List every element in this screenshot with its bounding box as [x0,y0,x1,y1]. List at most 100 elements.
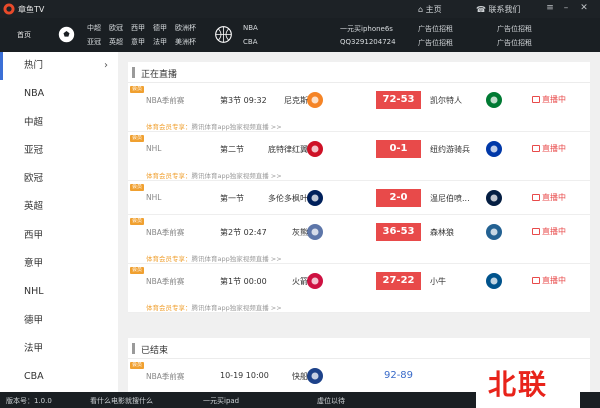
game-score: 0-1 [376,140,421,158]
nav-home[interactable]: 首页 [17,30,31,40]
sidebar-item-label: 中超 [24,116,44,128]
nav-cba[interactable]: CBA [243,38,257,46]
nav-league-link[interactable]: 法甲 [153,37,175,47]
sidebar-item-label: CBA [24,371,44,383]
away-team-logo-icon [486,92,502,108]
sidebar-item-label: 热门 [24,60,44,71]
section-marker [132,67,135,78]
away-team-name: 凯尔特人 [430,96,462,105]
game-row[interactable]: 会员 NBA季前赛 第1节 00:00 火箭 27-22 小牛 直播中 体育会员专享：腾讯体育… [128,264,590,313]
away-team-name: 小牛 [430,276,446,286]
home-team-name: 底特律红翼 [268,145,308,154]
live-tv-icon [532,227,540,235]
sidebar-item[interactable]: 英超 [0,193,118,221]
home-team-logo-icon [307,272,323,289]
nav-nba[interactable]: NBA [243,24,258,32]
sidebar-item-label: 西甲 [24,229,44,241]
nav-league-link[interactable]: 西甲 [131,23,153,33]
member-badge: 会员 [130,184,145,191]
nav-league-link[interactable]: 欧冠 [109,23,131,33]
ad-slot[interactable]: 广告位招租 [418,24,453,34]
away-team-logo-icon [486,272,502,289]
chevron-right-icon: › [104,60,108,71]
nav-league-link[interactable]: 亚冠 [87,37,109,47]
live-button[interactable]: 直播中 [532,275,566,286]
home-link[interactable]: ⌂ 主页 [418,4,442,15]
live-button[interactable]: 直播中 [532,143,566,154]
soccer-leagues: 中超 欧冠 西甲 德甲 欧洲杯亚冠 英超 意甲 法甲 美洲杯 [87,23,203,47]
member-badge: 会员 [130,266,145,274]
nav-league-link[interactable]: 意甲 [131,37,153,47]
game-row[interactable]: 会员 NHL 第二节 底特律红翼 0-1 纽约游骑兵 直播中 体育会员专享：腾讯体育app独家… [128,132,590,181]
game-row[interactable]: 会员 NBA季前赛 第3节 09:32 尼克斯 72-53 凯尔特人 直播中 体育会员专享：腾… [128,83,590,132]
live-label: 直播中 [542,144,566,153]
member-badge: 会员 [130,217,145,225]
live-button[interactable]: 直播中 [532,192,566,203]
home-team-logo-icon [307,368,323,384]
sidebar-item-label: 法甲 [24,342,44,354]
sidebar-item[interactable]: 中超 [0,109,118,137]
soccer-ball-icon [58,26,75,43]
minimize-icon[interactable]: – [560,2,572,14]
status-ad-slot[interactable]: 虚位以待 [317,396,345,406]
nav-league-link[interactable]: 英超 [109,37,131,47]
home-team-name: 尼克斯 [284,96,308,105]
live-tv-icon [532,276,540,284]
game-score: 36-53 [376,222,421,241]
sidebar: 热门 › NBA 中超亚冠欧冠英超西甲意甲 NHL 德甲法甲 CBA [0,52,118,392]
contact-link[interactable]: ☎ 联系我们 [476,4,521,15]
close-icon[interactable]: ✕ [578,2,590,14]
sidebar-item[interactable]: 法甲 [0,335,118,363]
main-content: 正在直播 会员 NBA季前赛 第3节 09:32 尼克斯 72-53 凯尔特人 直播中 体育会… [118,52,600,392]
sidebar-item[interactable]: NHL [0,278,118,306]
sidebar-item[interactable]: 西甲 [0,222,118,250]
watermark-logo: 北联 [488,368,549,401]
game-row[interactable]: 会员 NBA季前赛 第2节 02:47 灰熊 36-53 森林狼 直播中 体育会员专享：腾讯体… [128,215,590,264]
nav-league-link[interactable]: 欧洲杯 [175,23,203,33]
home-team-logo-icon [307,92,323,108]
ad-slot[interactable]: 广告位招租 [497,24,532,34]
sidebar-item-label: NBA [24,88,45,100]
sidebar-item[interactable]: 亚冠 [0,137,118,165]
live-tv-icon [532,96,540,103]
vip-promo-link[interactable]: 体育会员专享：腾讯体育app独家视频直播 >> [146,170,282,180]
app-logo-icon [3,3,15,15]
promo-qq: QQ3291204724 [340,38,396,46]
game-score: 2-0 [376,189,421,207]
status-ad-ipad[interactable]: 一元买ipad [203,396,239,406]
sidebar-item[interactable]: 热门 › [0,52,118,81]
vip-promo-link[interactable]: 体育会员专享：腾讯体育app独家视频直播 >> [146,302,282,312]
menu-icon[interactable]: ≡ [544,2,556,14]
live-button[interactable]: 直播中 [532,226,566,237]
game-row[interactable]: 会员 NHL 第一节 多伦多枫叶 2-0 温尼伯喷... 直播中 [128,181,590,215]
member-badge: 会员 [130,86,145,93]
app-title: 章鱼TV [18,5,45,14]
home-team-name: 灰熊 [292,227,308,237]
live-tv-icon [532,145,540,152]
live-games-list: 会员 NBA季前赛 第3节 09:32 尼克斯 72-53 凯尔特人 直播中 体育会员专享：腾… [128,83,590,313]
sidebar-item-label: 欧冠 [24,173,44,185]
vip-promo-link[interactable]: 体育会员专享：腾讯体育app独家视频直播 >> [146,253,282,263]
sidebar-item[interactable]: 德甲 [0,307,118,335]
nav-league-link[interactable]: 美洲杯 [175,37,203,47]
sidebar-item[interactable]: 欧冠 [0,165,118,193]
sidebar-item[interactable]: CBA [0,363,118,391]
game-league: NBA季前赛 [146,227,185,237]
promo-link[interactable]: 一元买iphone6s [340,24,393,34]
vip-promo-link[interactable]: 体育会员专享：腾讯体育app独家视频直播 >> [146,121,282,131]
home-team-logo-icon [307,190,323,206]
nav-league-link[interactable]: 中超 [87,23,109,33]
live-section-header: 正在直播 [128,62,590,83]
game-score: 27-22 [376,271,421,290]
game-league: NBA季前赛 [146,276,185,286]
ad-slot[interactable]: 广告位招租 [497,38,532,48]
ad-slot[interactable]: 广告位招租 [418,38,453,48]
sidebar-item[interactable]: NBA [0,80,118,108]
member-badge: 会员 [130,135,145,142]
away-team-name: 纽约游骑兵 [430,145,470,154]
status-ad-movies[interactable]: 看什么电影就搜什么 [90,396,153,406]
nav-league-link[interactable]: 德甲 [153,23,175,33]
home-team-name: 多伦多枫叶 [268,194,308,203]
sidebar-item[interactable]: 意甲 [0,250,118,278]
live-button[interactable]: 直播中 [532,94,566,105]
